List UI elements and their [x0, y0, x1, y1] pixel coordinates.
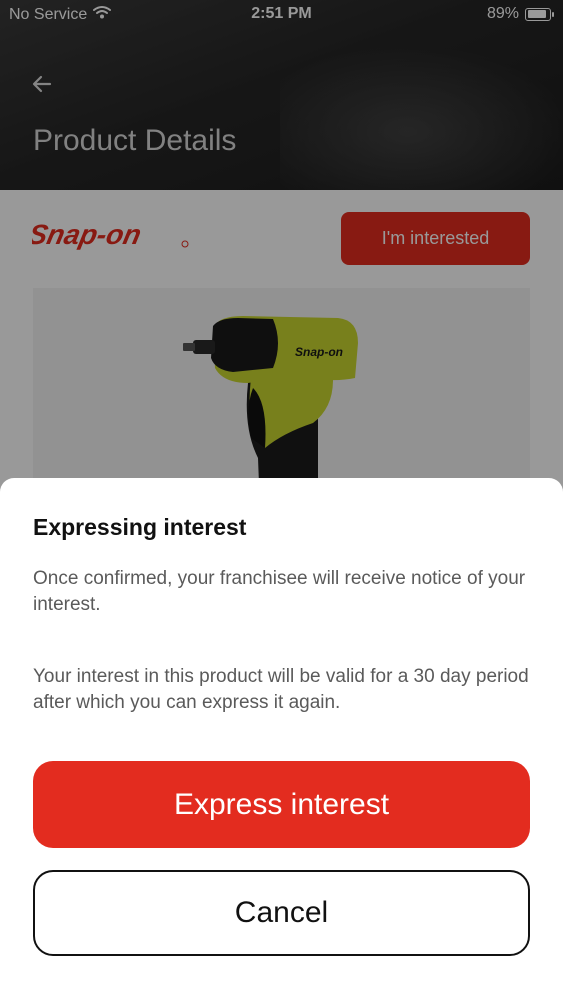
- screen: No Service 2:51 PM 89% Product Details S…: [0, 0, 563, 1000]
- sheet-paragraph-validity: Your interest in this product will be va…: [33, 666, 529, 713]
- express-interest-sheet: Expressing interest Once confirmed, your…: [0, 478, 563, 1000]
- express-interest-button[interactable]: Express interest: [33, 761, 530, 848]
- cancel-button[interactable]: Cancel: [33, 870, 530, 956]
- sheet-paragraph-confirmation: Once confirmed, your franchisee will rec…: [33, 568, 526, 615]
- sheet-title: Expressing interest: [33, 514, 247, 540]
